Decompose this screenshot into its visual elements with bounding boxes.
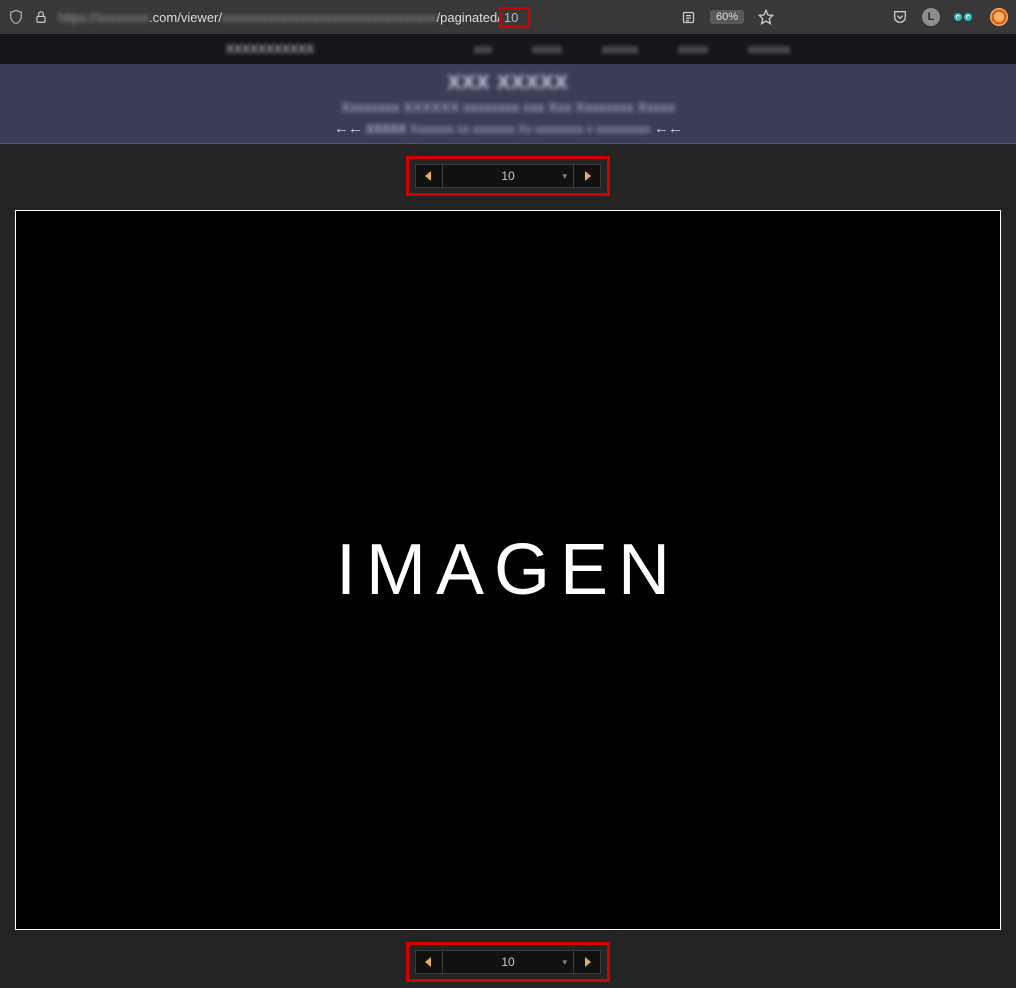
nav-item-1[interactable]: xxxxx bbox=[532, 42, 562, 56]
top-page-selector: 10 ▾ bbox=[406, 156, 610, 196]
series-title: XXX XXXXX bbox=[0, 72, 1016, 95]
nav-item-3[interactable]: xxxxx bbox=[678, 42, 708, 56]
arrow-left-icon: ←← bbox=[654, 120, 682, 137]
star-icon[interactable] bbox=[758, 9, 774, 25]
chevron-down-icon: ▾ bbox=[562, 957, 567, 968]
top-pager-row: 10 ▾ bbox=[0, 156, 1016, 196]
nav-item-4[interactable]: xxxxxxx bbox=[748, 42, 790, 56]
addr-left-icons bbox=[8, 9, 48, 25]
arrow-left-icon: ←← bbox=[334, 120, 362, 137]
url-text[interactable]: https://xxxxxxxx .com/viewer/ xxxxxxxxxx… bbox=[58, 7, 671, 28]
page-select[interactable]: 10 ▾ bbox=[443, 164, 573, 188]
reading-mode-line: ←← XXXXX Xxxxxxx xx xxxxxxx Xx xxxxxxxx … bbox=[0, 120, 1016, 137]
chapter-subtitle: Xxxxxxxx XXXXXX xxxxxxxx xxx Xxx Xxxxxxx… bbox=[0, 99, 1016, 115]
bottom-pager-row: 10 ▾ bbox=[0, 942, 1016, 988]
page-select-value: 10 bbox=[501, 955, 514, 969]
shield-icon[interactable] bbox=[8, 9, 24, 25]
pocket-icon[interactable] bbox=[892, 9, 908, 25]
next-page-button[interactable] bbox=[573, 950, 601, 974]
reader-area: 10 ▾ IMAGEN 10 ▾ bbox=[0, 144, 1016, 988]
reader-icon[interactable] bbox=[681, 10, 696, 25]
lock-icon[interactable] bbox=[34, 10, 48, 24]
nav-item-2[interactable]: xxxxxx bbox=[602, 42, 638, 56]
extension-swirl-icon[interactable] bbox=[990, 8, 1008, 26]
page-select[interactable]: 10 ▾ bbox=[443, 950, 573, 974]
extension-eyes-icon[interactable] bbox=[954, 10, 976, 24]
nav-brand[interactable]: XXXXXXXXXXX bbox=[226, 42, 314, 56]
prev-page-button[interactable] bbox=[415, 950, 443, 974]
addr-right-icons: 60% L bbox=[681, 8, 1008, 26]
bottom-page-selector: 10 ▾ bbox=[406, 942, 610, 982]
series-banner: XXX XXXXX Xxxxxxxx XXXXXX xxxxxxxx xxx X… bbox=[0, 64, 1016, 144]
next-page-button[interactable] bbox=[573, 164, 601, 188]
page-select-value: 10 bbox=[501, 169, 514, 183]
nav-item-0[interactable]: xxx bbox=[474, 42, 492, 56]
url-page-highlight: 10 bbox=[499, 7, 530, 28]
page-image[interactable]: IMAGEN bbox=[15, 210, 1001, 930]
zoom-indicator[interactable]: 60% bbox=[710, 10, 744, 24]
chevron-down-icon: ▾ bbox=[562, 171, 567, 182]
prev-page-button[interactable] bbox=[415, 164, 443, 188]
address-bar: https://xxxxxxxx .com/viewer/ xxxxxxxxxx… bbox=[0, 0, 1016, 34]
profile-avatar[interactable]: L bbox=[922, 8, 940, 26]
image-placeholder-text: IMAGEN bbox=[336, 529, 680, 611]
top-nav: XXXXXXXXXXX xxx xxxxx xxxxxx xxxxx xxxxx… bbox=[0, 34, 1016, 64]
